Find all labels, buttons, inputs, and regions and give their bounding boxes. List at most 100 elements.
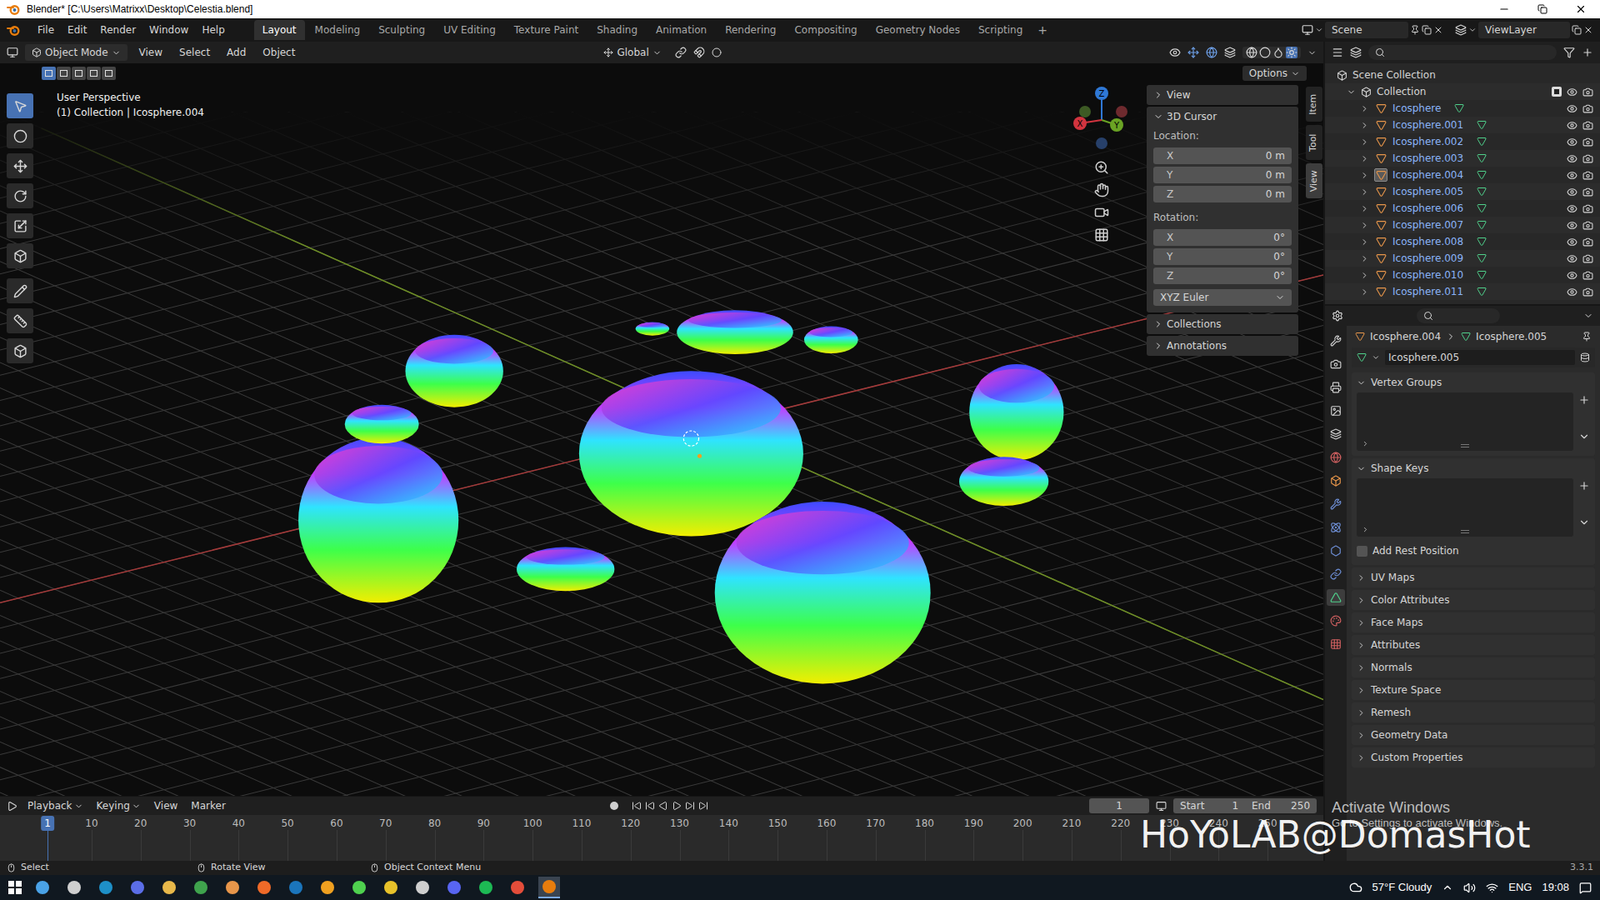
proportional-edit-icon[interactable] — [711, 47, 722, 58]
checkbox[interactable] — [1356, 545, 1368, 557]
view-layer-field[interactable]: ViewLayer — [1478, 21, 1570, 39]
location-field[interactable]: Z0 m — [1153, 185, 1292, 203]
workspace-tab[interactable]: Modeling — [306, 20, 370, 40]
outliner-row[interactable]: Icosphere.011 — [1325, 283, 1600, 300]
weather-icon[interactable] — [1349, 880, 1363, 895]
scene-field[interactable]: Scene — [1325, 21, 1409, 39]
editor-type-icon[interactable] — [6, 46, 19, 59]
panel-header[interactable]: Texture Space — [1351, 680, 1595, 700]
render-icon[interactable] — [1582, 120, 1594, 131]
wireframe-shading-icon[interactable] — [1245, 46, 1258, 59]
network-icon[interactable] — [1485, 881, 1499, 895]
add-workspace-button[interactable]: + — [1032, 21, 1053, 40]
properties-tab[interactable] — [1326, 612, 1345, 630]
workspace-tab[interactable]: Compositing — [785, 20, 865, 40]
tool-button[interactable] — [6, 338, 34, 364]
visibility-icon[interactable] — [1169, 46, 1181, 59]
viewport-menu[interactable]: View — [134, 45, 168, 60]
viewport-menu[interactable]: Add — [221, 45, 251, 60]
gizmo-toggle-icon[interactable] — [1187, 46, 1200, 59]
orientation-dropdown[interactable]: Global — [596, 44, 668, 61]
properties-search[interactable] — [1416, 308, 1500, 324]
properties-tab[interactable] — [1326, 379, 1345, 396]
taskbar-app-icon[interactable] — [190, 876, 212, 899]
new-scene-icon[interactable] — [1421, 25, 1432, 35]
properties-tab[interactable] — [1326, 635, 1345, 653]
shading-options-icon[interactable] — [1307, 48, 1317, 58]
render-icon[interactable] — [1582, 236, 1594, 248]
sidebar-tab[interactable]: View — [1305, 163, 1323, 199]
weather-label[interactable]: 57°F Cloudy — [1372, 879, 1433, 896]
properties-tab[interactable] — [1326, 425, 1345, 443]
workspace-tab[interactable]: UV Editing — [435, 20, 505, 40]
taskbar-app-icon[interactable] — [316, 876, 339, 899]
fake-user-icon[interactable] — [1580, 352, 1590, 363]
eye-icon[interactable] — [1566, 203, 1578, 215]
eye-icon[interactable] — [1566, 236, 1578, 248]
workspace-tab[interactable]: Sculpting — [370, 20, 434, 40]
render-icon[interactable] — [1582, 186, 1594, 198]
panel-header[interactable]: Attributes — [1351, 635, 1595, 655]
pin-icon[interactable] — [1410, 25, 1420, 35]
scene-canvas[interactable] — [0, 63, 1324, 796]
taskbar-app-icon[interactable] — [348, 876, 370, 899]
outliner-row[interactable]: Icosphere.008 — [1325, 233, 1600, 250]
tool-button[interactable] — [6, 213, 34, 239]
taskbar-app-icon[interactable] — [380, 876, 402, 899]
mesh-datablock-field[interactable]: Icosphere.005 — [1351, 347, 1595, 368]
delete-scene-icon[interactable] — [1433, 25, 1444, 35]
workspace-tab[interactable]: Animation — [647, 20, 715, 40]
filter-options-icon[interactable] — [1361, 440, 1370, 448]
eye-icon[interactable] — [1566, 103, 1578, 115]
rotation-field[interactable]: Y0° — [1153, 248, 1292, 265]
options-dropdown[interactable]: Options — [1242, 65, 1307, 81]
restore-button[interactable] — [1523, 0, 1562, 19]
workspace-tab[interactable]: Geometry Nodes — [867, 20, 969, 40]
current-frame-field[interactable]: 1 — [1089, 798, 1150, 814]
delete-view-layer-icon[interactable] — [1583, 25, 1594, 35]
taskbar-app-icon[interactable] — [126, 876, 149, 899]
navigation-gizmo[interactable]: ZYX — [1068, 85, 1135, 796]
outliner-row[interactable]: Collection — [1325, 83, 1600, 100]
render-icon[interactable] — [1582, 153, 1594, 165]
scene-icon[interactable] — [1301, 24, 1314, 36]
axis-gizmo-icon[interactable]: ZYX — [1068, 85, 1135, 154]
taskbar-app-icon[interactable] — [443, 876, 465, 899]
tray-overflow-icon[interactable] — [1441, 881, 1454, 894]
render-icon[interactable] — [1582, 253, 1594, 265]
outliner-search[interactable] — [1368, 45, 1557, 60]
main-menu-item[interactable]: Help — [195, 22, 230, 38]
eye-icon[interactable] — [1566, 286, 1578, 298]
jump-start-icon[interactable] — [631, 800, 642, 811]
tool-button[interactable] — [6, 123, 34, 149]
end-frame-field[interactable]: End250 — [1245, 798, 1317, 814]
material-shading-icon[interactable] — [1272, 46, 1285, 59]
sidebar-tab[interactable]: Tool — [1305, 125, 1323, 160]
render-icon[interactable] — [1582, 220, 1594, 231]
new-view-layer-icon[interactable] — [1571, 25, 1582, 35]
render-icon[interactable] — [1582, 136, 1594, 148]
eye-icon[interactable] — [1566, 220, 1578, 231]
eye-icon[interactable] — [1566, 253, 1578, 265]
properties-tab[interactable] — [1326, 542, 1345, 560]
outliner-row[interactable]: Scene Collection — [1325, 66, 1600, 84]
menu-icon[interactable] — [1578, 516, 1590, 529]
tool-button[interactable] — [6, 153, 34, 179]
ortho-toggle-icon[interactable] — [1094, 227, 1110, 243]
eye-icon[interactable] — [1566, 270, 1578, 281]
mode-dropdown[interactable]: Object Mode — [25, 44, 128, 61]
properties-tab[interactable] — [1326, 589, 1345, 606]
viewport-menu[interactable]: Object — [257, 45, 300, 60]
render-icon[interactable] — [1582, 170, 1594, 181]
editor-type-icon[interactable] — [6, 800, 18, 812]
outliner-row[interactable]: Icosphere.005 — [1325, 183, 1600, 200]
workspace-tab[interactable]: Texture Paint — [505, 20, 587, 40]
outliner-row[interactable]: Icosphere.001 — [1325, 116, 1600, 134]
panel-header[interactable]: Geometry Data — [1351, 725, 1595, 745]
properties-tab[interactable] — [1326, 332, 1345, 350]
preview-range-icon[interactable] — [1155, 800, 1167, 812]
collection-checkbox[interactable] — [1551, 86, 1562, 97]
outliner-row[interactable]: Icosphere.006 — [1325, 200, 1600, 217]
play-icon[interactable] — [671, 800, 682, 811]
notifications-icon[interactable] — [1579, 881, 1592, 895]
